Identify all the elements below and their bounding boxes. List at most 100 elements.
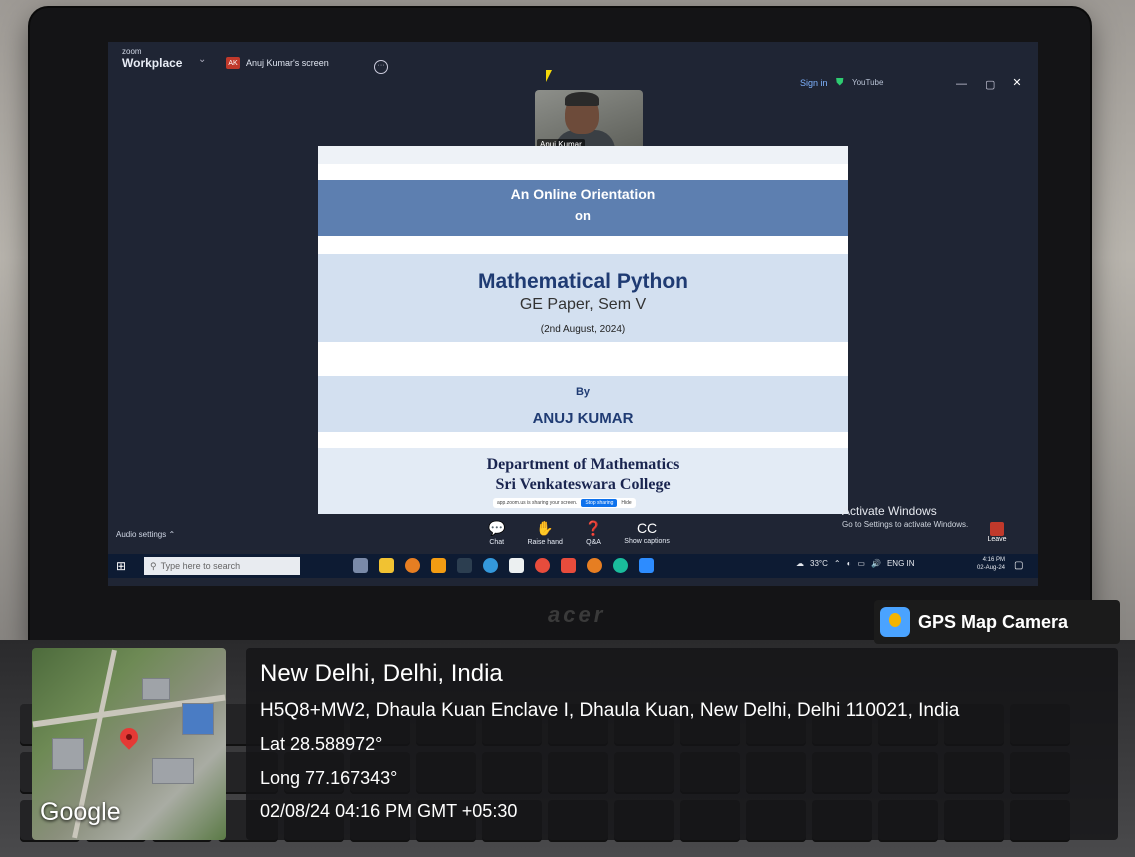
battery-icon[interactable]: ▭ bbox=[857, 559, 865, 568]
gps-brand-text: GPS Map Camera bbox=[918, 611, 1069, 632]
youtube-icon[interactable] bbox=[561, 558, 576, 573]
chat-icon: 💬 bbox=[488, 520, 506, 536]
activate-windows-subtitle: Go to Settings to activate Windows. bbox=[842, 520, 969, 529]
store-icon[interactable] bbox=[509, 558, 524, 573]
qa-label: Q&A bbox=[586, 539, 601, 546]
slide-band bbox=[318, 146, 848, 164]
slide-date: (2nd August, 2024) bbox=[540, 324, 626, 335]
zoom-taskbar-icon[interactable] bbox=[639, 558, 654, 573]
news-icon[interactable] bbox=[457, 558, 472, 573]
taskbar-search[interactable]: ⚲ Type here to search bbox=[144, 557, 300, 575]
sticky-notes-icon[interactable] bbox=[431, 558, 446, 573]
sharing-notice-text: app.zoom.us is sharing your screen. bbox=[497, 500, 578, 506]
leave-icon bbox=[990, 522, 1004, 536]
slide-by: By bbox=[575, 386, 591, 398]
search-icon: ⚲ bbox=[150, 560, 157, 571]
leave-button[interactable]: Leave bbox=[986, 522, 1008, 546]
gps-camera-logo-icon bbox=[880, 607, 910, 637]
map-label: Google bbox=[40, 798, 121, 826]
audio-settings-label: Audio settings bbox=[116, 530, 167, 539]
edge-icon[interactable] bbox=[483, 558, 498, 573]
map-building bbox=[52, 738, 84, 770]
window-controls: — ▢ bbox=[956, 78, 995, 91]
chat-button[interactable]: 💬 Chat bbox=[488, 520, 505, 546]
share-tab-label: Anuj Kumar's screen bbox=[246, 58, 329, 68]
gps-longitude: Long 77.167343° bbox=[260, 768, 398, 788]
lang-indicator[interactable]: ENG IN bbox=[887, 559, 915, 568]
sign-in-link[interactable]: Sign in bbox=[800, 78, 828, 88]
gps-info-panel: New Delhi, Delhi, India H5Q8+MW2, Dhaula… bbox=[246, 648, 1118, 840]
raise-hand-button[interactable]: ✋ Raise hand bbox=[527, 520, 562, 546]
raise-hand-icon: ✋ bbox=[536, 520, 554, 536]
taskbar-apps bbox=[353, 558, 654, 573]
slide-header-line2: on bbox=[575, 208, 591, 223]
media-icon[interactable] bbox=[535, 558, 550, 573]
file-explorer-icon[interactable] bbox=[379, 558, 394, 573]
more-options-icon[interactable]: ··· bbox=[374, 60, 388, 74]
map-building bbox=[142, 678, 170, 700]
sharing-notice: app.zoom.us is sharing your screen. Stop… bbox=[493, 498, 636, 508]
search-placeholder: Type here to search bbox=[160, 561, 241, 571]
leave-label: Leave bbox=[987, 536, 1007, 543]
notification-icon[interactable]: ▢ bbox=[1014, 560, 1023, 571]
map-building bbox=[152, 758, 194, 784]
slide-header-line1: An Online Orientation bbox=[510, 186, 656, 202]
meeting-controls: 💬 Chat ✋ Raise hand ❓ Q&A CC Show captions bbox=[488, 520, 670, 546]
youtube-menu[interactable]: YouTube bbox=[852, 78, 883, 87]
map-building bbox=[182, 703, 214, 735]
location-pin-dot bbox=[126, 734, 132, 740]
share-tab[interactable]: AK Anuj Kumar's screen bbox=[226, 54, 329, 72]
chevron-down-icon[interactable]: ⌄ bbox=[198, 54, 206, 65]
chat-label: Chat bbox=[489, 539, 505, 546]
laptop-brand-logo: acer bbox=[548, 602, 606, 627]
restore-icon[interactable]: ▢ bbox=[985, 78, 995, 91]
close-icon[interactable]: ✕ bbox=[1008, 76, 1026, 92]
raise-hand-label: Raise hand bbox=[527, 539, 563, 546]
qa-button[interactable]: ❓ Q&A bbox=[585, 520, 602, 546]
network-icon[interactable]: ◐ bbox=[847, 559, 852, 568]
temperature: 33°C bbox=[810, 559, 828, 568]
chrome-icon-3[interactable] bbox=[613, 558, 628, 573]
tray-expand-icon[interactable]: ⌃ bbox=[834, 559, 841, 568]
taskbar-clock[interactable]: 4:16 PM 02-Aug-24 bbox=[965, 556, 1005, 572]
clock-date: 02-Aug-24 bbox=[976, 565, 1005, 571]
gps-place: New Delhi, Delhi, India bbox=[260, 660, 503, 687]
participant-video[interactable]: Anuj Kumar bbox=[535, 90, 643, 152]
captions-label: Show captions bbox=[624, 538, 670, 545]
map-thumbnail: Google bbox=[32, 648, 226, 840]
zoom-app-name: Workplace bbox=[122, 56, 183, 70]
shield-icon: ⛊ bbox=[836, 77, 844, 88]
slide-college: Sri Venkateswara College bbox=[495, 476, 671, 493]
qa-icon: ❓ bbox=[584, 520, 603, 536]
mouse-cursor-icon bbox=[546, 70, 552, 82]
slide-title: Mathematical Python bbox=[477, 270, 689, 293]
shared-slide: An Online Orientation on Mathematical Py… bbox=[318, 146, 848, 514]
gps-datetime: 02/08/24 04:16 PM GMT +05:30 bbox=[260, 801, 518, 821]
clock-time: 4:16 PM bbox=[982, 557, 1005, 563]
slide-paper: GE Paper, Sem V bbox=[519, 296, 647, 313]
captions-button[interactable]: CC Show captions bbox=[624, 520, 670, 546]
chrome-icon[interactable] bbox=[405, 558, 420, 573]
gps-address: H5Q8+MW2, Dhaula Kuan Enclave I, Dhaula … bbox=[260, 700, 960, 721]
system-tray: ☁ 33°C ⌃ ◐ ▭ 🔊 ENG IN bbox=[796, 559, 915, 568]
zoom-logo-small: zoom bbox=[122, 47, 142, 56]
task-view-icon[interactable] bbox=[353, 558, 368, 573]
weather-icon: ☁ bbox=[796, 559, 804, 568]
audio-settings-button[interactable]: Audio settings ⌃ bbox=[116, 530, 175, 539]
windows-start-icon[interactable]: ⊞ bbox=[116, 559, 126, 573]
minimize-icon[interactable]: — bbox=[956, 78, 967, 91]
gps-brand-badge: GPS Map Camera bbox=[874, 600, 1120, 644]
chrome-icon-2[interactable] bbox=[587, 558, 602, 573]
volume-icon[interactable]: 🔊 bbox=[871, 559, 881, 568]
captions-icon: CC bbox=[636, 520, 658, 536]
stop-sharing-button[interactable]: Stop sharing bbox=[581, 499, 618, 507]
gps-latitude: Lat 28.588972° bbox=[260, 734, 383, 754]
hide-button[interactable]: Hide bbox=[621, 500, 631, 506]
slide-author: ANUJ KUMAR bbox=[532, 410, 634, 427]
laptop-screen: zoom Workplace ⌄ AK Anuj Kumar's screen … bbox=[108, 42, 1038, 586]
avatar-badge: AK bbox=[226, 57, 240, 69]
slide-dept: Department of Mathematics bbox=[486, 456, 680, 473]
windows-taskbar: ⊞ ⚲ Type here to search ☁ 33°C ⌃ ◐ ▭ 🔊 E… bbox=[108, 554, 1038, 578]
activate-windows-title: Activate Windows bbox=[842, 504, 937, 518]
participant-hair bbox=[565, 92, 599, 106]
